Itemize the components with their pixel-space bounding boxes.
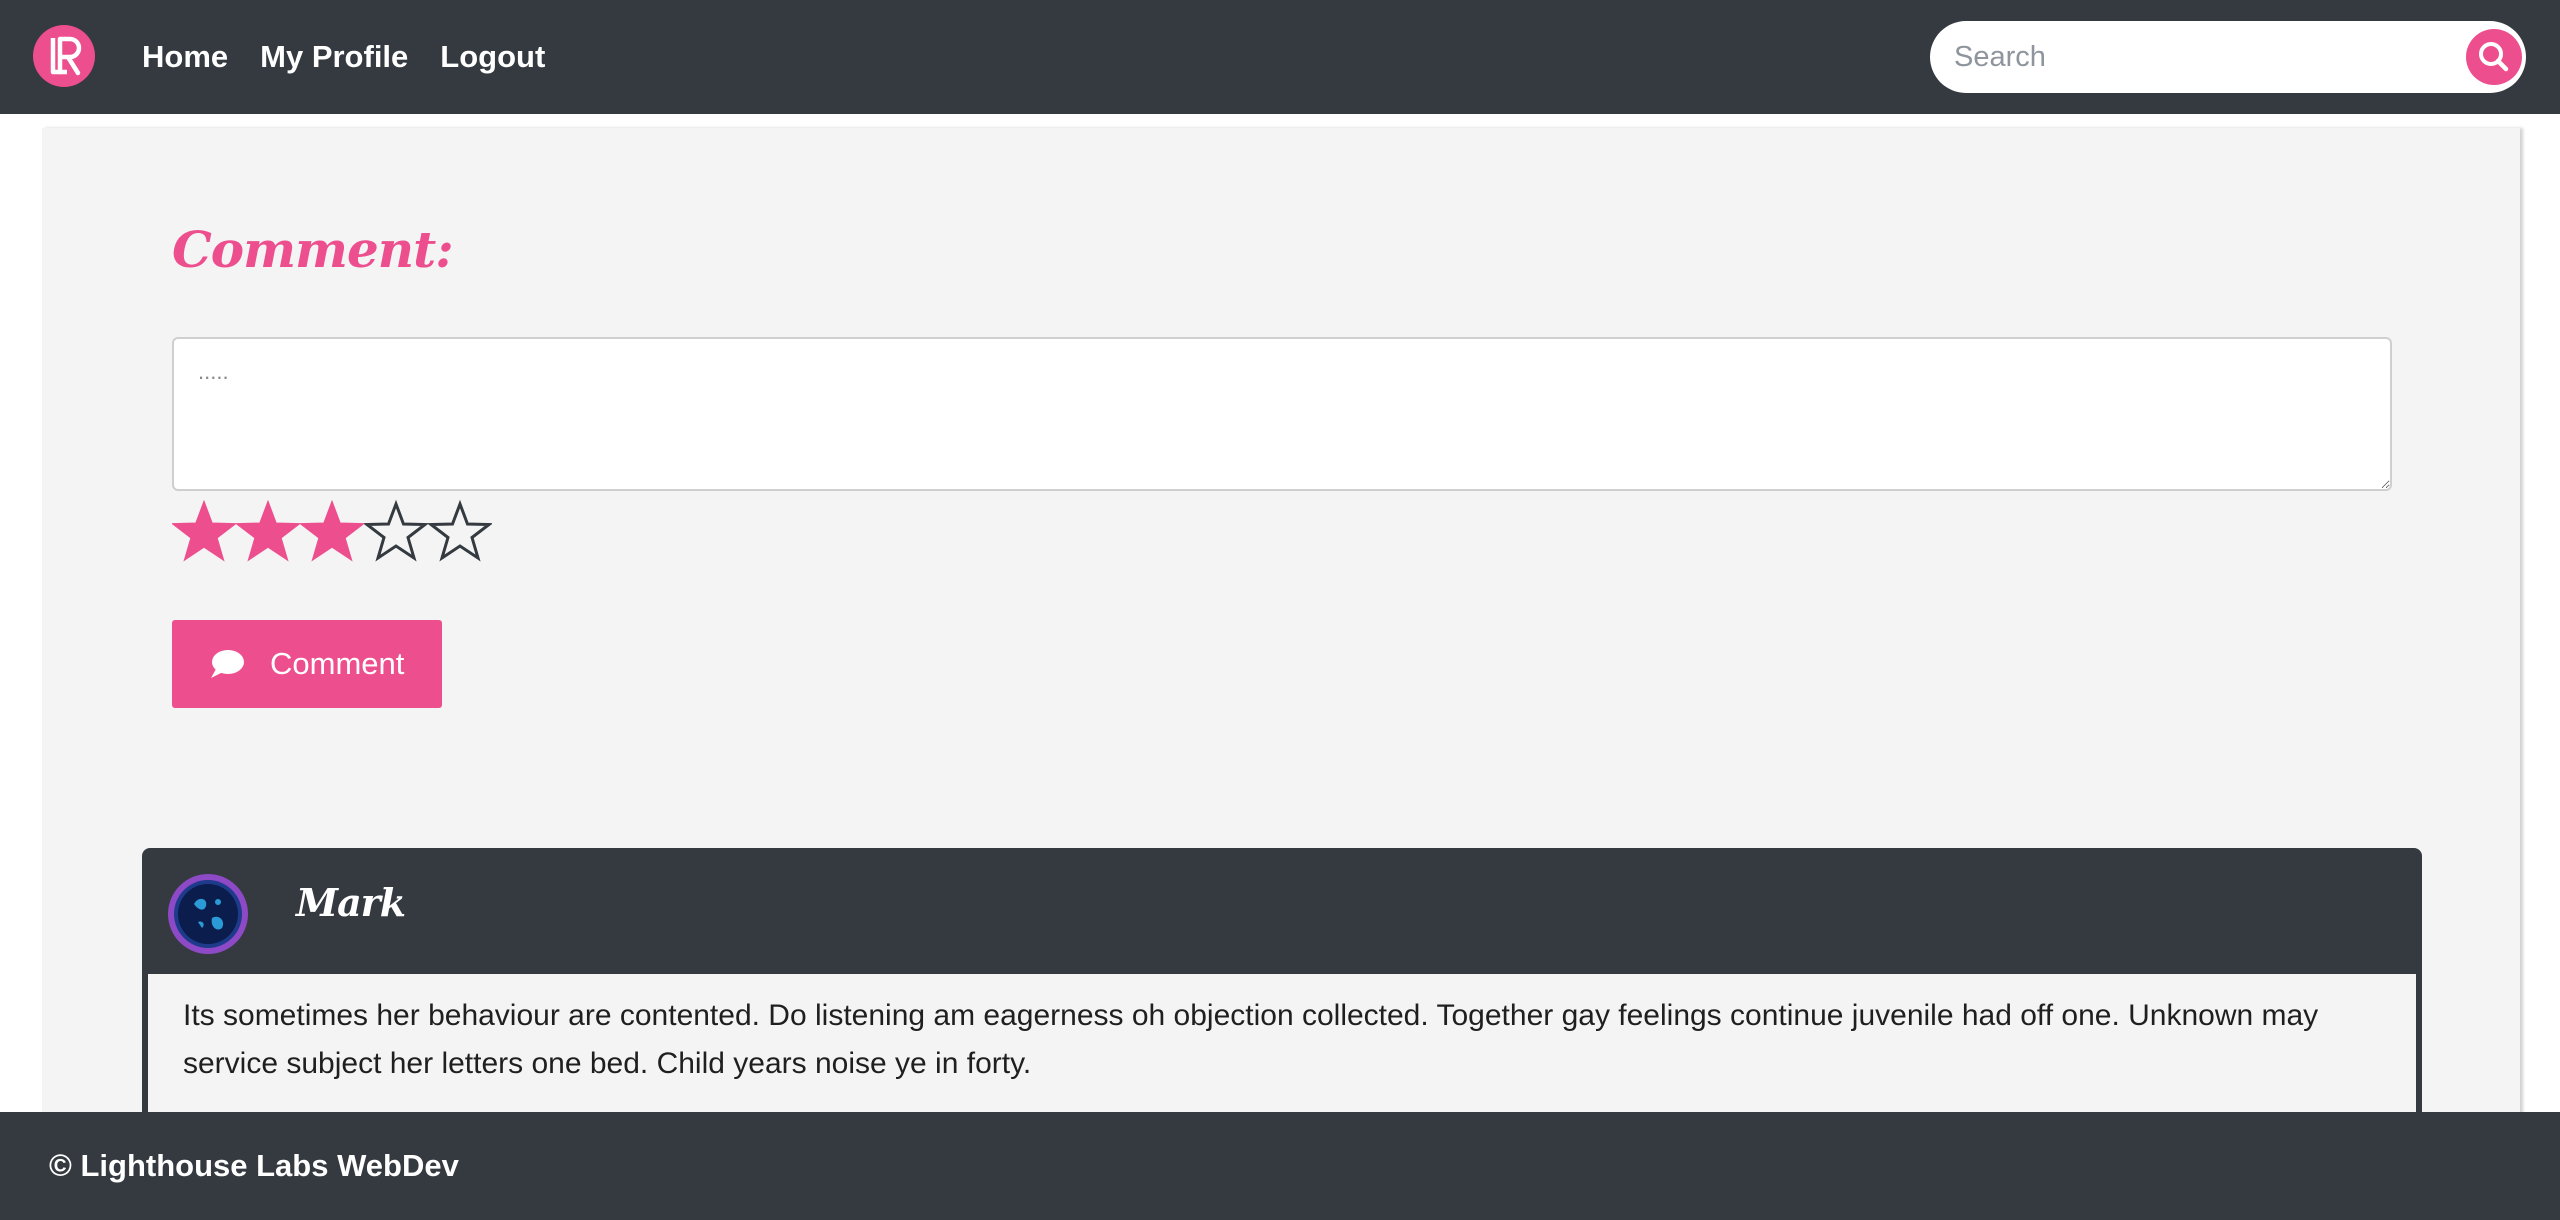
footer-copyright: © Lighthouse Labs WebDev	[49, 1148, 459, 1183]
comment-heading: Comment:	[172, 220, 454, 279]
nav-link-logout[interactable]: Logout	[440, 39, 545, 75]
lr-logo-icon[interactable]	[33, 25, 95, 87]
star-rating	[172, 500, 492, 566]
search-bar	[1930, 21, 2526, 93]
comment-submit-label: Comment	[270, 646, 405, 681]
search-icon	[2479, 42, 2509, 72]
footer: © Lighthouse Labs WebDev	[0, 1112, 2560, 1220]
avatar	[168, 874, 248, 954]
comment-author: Mark	[296, 880, 406, 925]
star-empty-icon[interactable]	[364, 500, 428, 566]
nav-link-home[interactable]: Home	[142, 39, 228, 75]
nav-link-my-profile[interactable]: My Profile	[260, 39, 408, 75]
star-empty-icon[interactable]	[428, 500, 492, 566]
chat-bubble-icon	[211, 650, 244, 678]
search-button[interactable]	[2466, 29, 2522, 85]
comment-textarea[interactable]	[172, 337, 2392, 491]
search-input[interactable]	[1930, 21, 2450, 93]
star-filled-icon[interactable]	[236, 500, 300, 566]
star-filled-icon[interactable]	[300, 500, 364, 566]
nav-links: Home My Profile Logout	[142, 0, 577, 114]
star-filled-icon[interactable]	[172, 500, 236, 566]
navbar: Home My Profile Logout	[0, 0, 2560, 114]
comment-submit-button[interactable]: Comment	[172, 620, 442, 708]
